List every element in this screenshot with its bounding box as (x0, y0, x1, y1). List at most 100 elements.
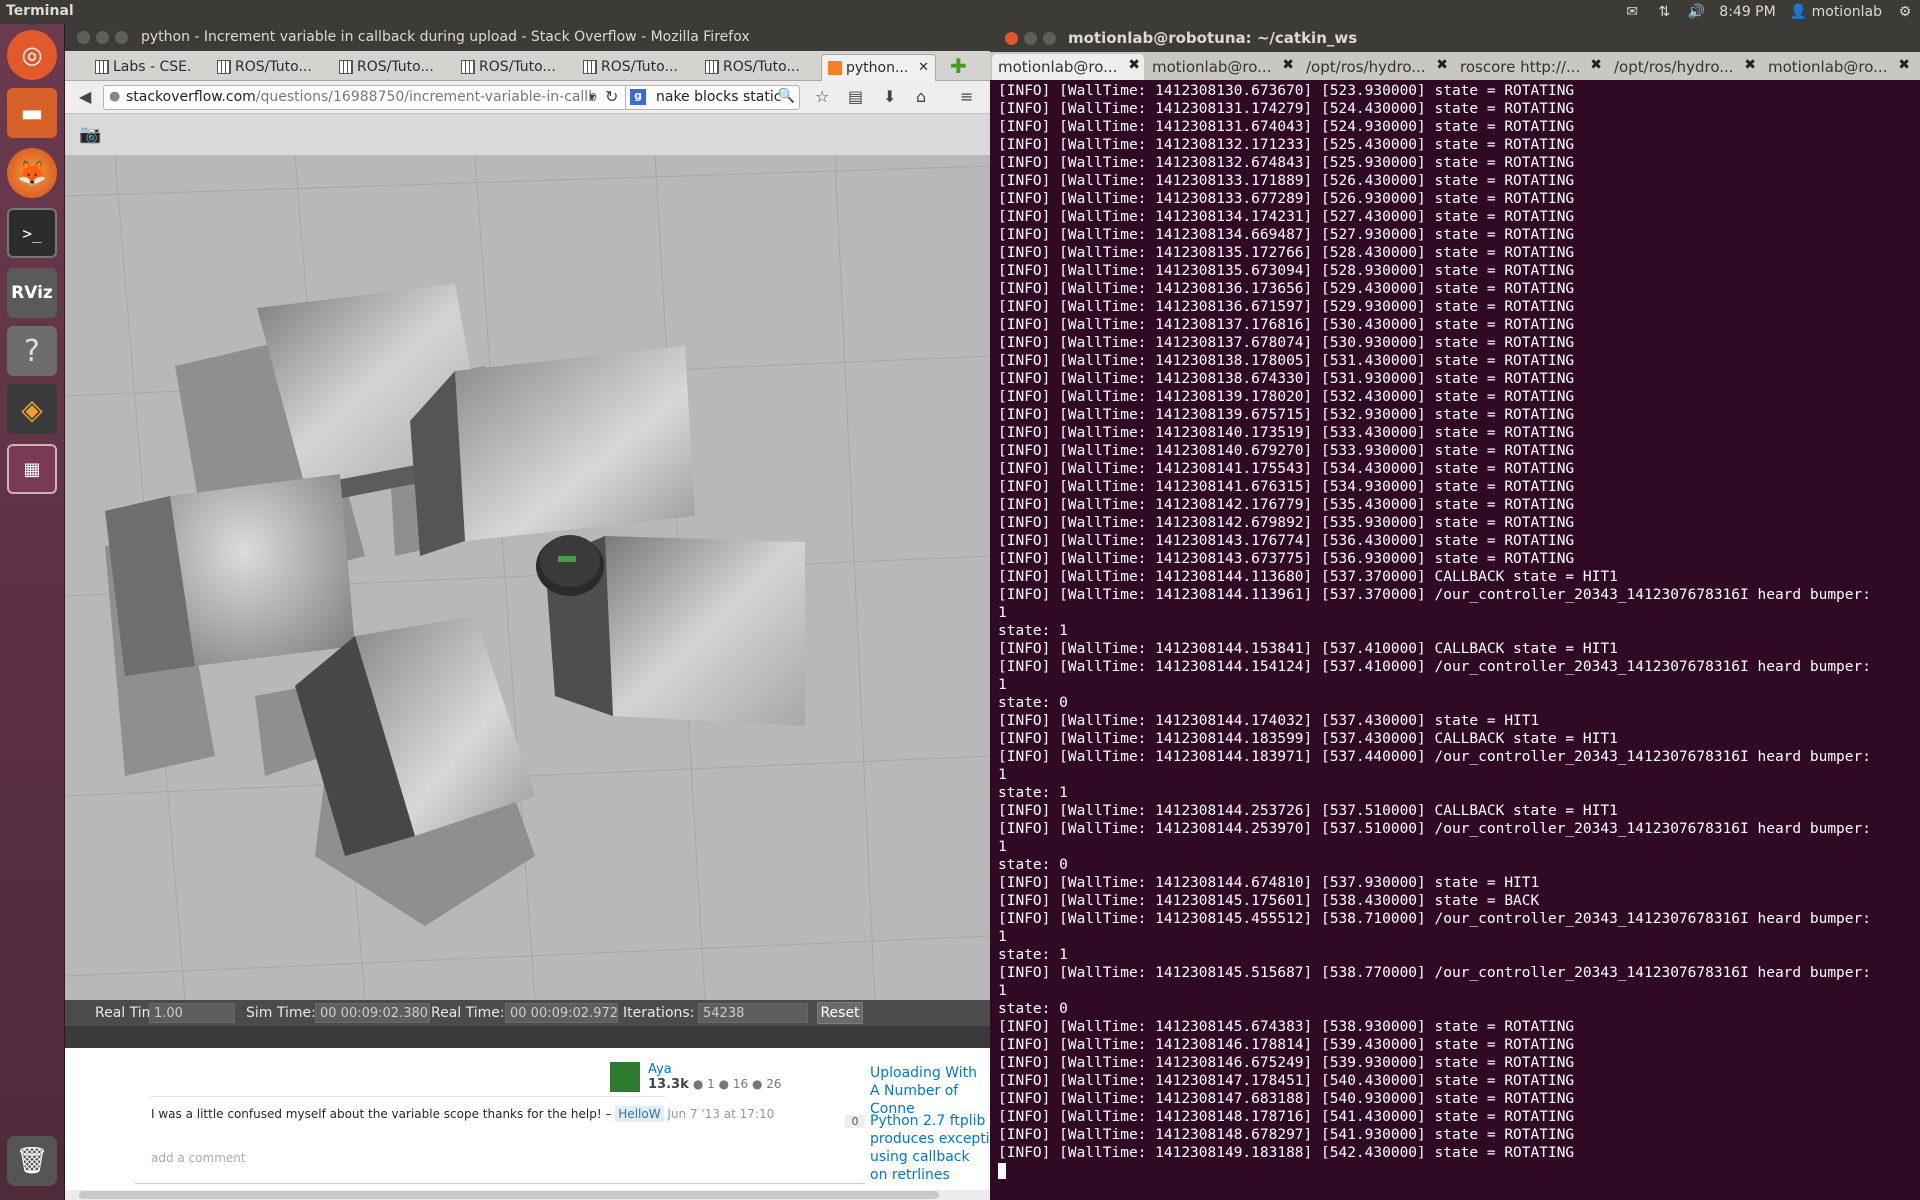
related-link[interactable]: Uploading With A Number of Conne (870, 1064, 990, 1118)
browser-tab[interactable]: ROS/Tuto... (333, 54, 435, 81)
mail-icon[interactable]: ✉ (1623, 4, 1641, 20)
tab-label: ROS/Tuto... (235, 59, 312, 75)
terminal-tab[interactable]: motionlab@ro... ✖ (1762, 54, 1914, 80)
terminal-tab[interactable]: /opt/ros/hydro... ✖ (1300, 54, 1452, 80)
trash-icon[interactable]: 🗑 (7, 1136, 57, 1186)
terminal-tab-bar: motionlab@ro... ✖ motionlab@ro... ✖ /opt/r… (990, 52, 1920, 80)
terminal-line: state: 0 (998, 857, 1068, 873)
bookmark-star-icon[interactable]: ☆ (815, 87, 829, 106)
terminal-line: [INFO] [WallTime: 1412308144.253726] [53… (998, 803, 1618, 819)
real-time-label: Real Time: (431, 1005, 505, 1021)
terminal-line: 1 (998, 929, 1007, 945)
browser-tab-active[interactable]: python... ✕ (821, 54, 936, 81)
gazebo-3d-viewport[interactable] (65, 156, 990, 1000)
close-tab-icon[interactable]: ✖ (1744, 57, 1756, 73)
terminal-line: [INFO] [WallTime: 1412308143.673775] [53… (998, 551, 1575, 567)
stackoverflow-icon (828, 61, 842, 75)
terminal-tab-active[interactable]: motionlab@ro... ✖ (992, 54, 1144, 80)
comment-date[interactable]: Jun 7 '13 at 17:10 (667, 1107, 774, 1121)
new-tab-icon[interactable]: ✚ (950, 54, 967, 78)
rviz-icon[interactable]: RViz (7, 268, 57, 318)
launcher: ◎ ▬ 🦊 >_ RViz ? ◈ ▦ 🗑 (0, 24, 65, 1200)
camera-icon[interactable]: 📷 (79, 124, 101, 145)
related-link[interactable]: Python 2.7 ftplib produces excepti using… (870, 1112, 990, 1184)
user-menu[interactable]: 👤 motionlab (1790, 4, 1882, 20)
firefox-nav-bar: ◀ ● stackoverflow.com/questions/16988750… (65, 81, 990, 114)
close-icon[interactable] (77, 31, 90, 44)
browser-tab[interactable]: ROS/Tuto... (211, 54, 313, 81)
horizontal-scrollbar[interactable] (65, 1190, 990, 1200)
back-arrow-icon[interactable]: ◀ (79, 87, 91, 106)
firefox-titlebar: python - Increment variable in callback … (65, 24, 990, 51)
network-icon[interactable]: ⇅ (1655, 4, 1673, 20)
block-model[interactable] (105, 474, 355, 676)
avatar[interactable] (610, 1062, 640, 1092)
menu-icon[interactable]: ≡ (960, 87, 973, 106)
terminal-line: 1 (998, 839, 1007, 855)
terminal-window-title: motionlab@robotuna: ~/catkin_ws (1068, 29, 1358, 47)
maximize-icon[interactable] (1043, 32, 1056, 45)
terminal-line: 1 (998, 983, 1007, 999)
firefox-icon[interactable]: 🦊 (7, 148, 57, 198)
chevron-down-icon[interactable]: ▾ (589, 90, 595, 104)
terminal-line: [INFO] [WallTime: 1412308136.671597] [52… (998, 299, 1575, 315)
terminal-line: [INFO] [WallTime: 1412308132.674843] [52… (998, 155, 1575, 171)
terminal-tab[interactable]: roscore http://... ✖ (1454, 54, 1606, 80)
terminal-output[interactable]: [INFO] [WallTime: 1412308130.673670] [52… (998, 82, 1908, 1192)
files-icon[interactable]: ▬ (7, 88, 57, 138)
terminal-line: [INFO] [WallTime: 1412308139.675715] [53… (998, 407, 1575, 423)
terminal-tab[interactable]: /opt/ros/hydro... ✖ (1608, 54, 1760, 80)
user-name-link[interactable]: Aya (648, 1062, 672, 1077)
terminal-line: [INFO] [WallTime: 1412308138.674330] [53… (998, 371, 1575, 387)
terminal-line: [INFO] [WallTime: 1412308142.679892] [53… (998, 515, 1575, 531)
url-bar[interactable]: ● stackoverflow.com/questions/16988750/i… (103, 85, 655, 110)
scrollbar-thumb[interactable] (79, 1191, 939, 1199)
terminal-line: [INFO] [WallTime: 1412308132.171233] [52… (998, 137, 1575, 153)
tab-label: motionlab@ro... (1768, 58, 1888, 76)
comment-user-link[interactable]: HelloW (615, 1106, 664, 1122)
minimize-icon[interactable] (96, 31, 109, 44)
browser-tab[interactable]: ROS/Tuto... (455, 54, 557, 81)
add-comment-link[interactable]: add a comment (151, 1151, 246, 1165)
download-icon[interactable]: ⬇ (883, 87, 896, 106)
search-icon[interactable]: 🔍 (778, 88, 795, 104)
close-tab-icon[interactable]: ✖ (1282, 57, 1294, 73)
close-tab-icon[interactable]: ✖ (1128, 57, 1140, 73)
terminal-line: [INFO] [WallTime: 1412308147.683188] [54… (998, 1091, 1575, 1107)
minimize-icon[interactable] (1024, 32, 1037, 45)
ubuntu-dash-icon[interactable]: ◎ (7, 30, 57, 80)
gazebo-status-bar: Real Time Factor: 1.00 Sim Time: 00 00:0… (65, 1000, 990, 1026)
terminal-line: [INFO] [WallTime: 1412308140.173519] [53… (998, 425, 1575, 441)
close-tab-icon[interactable]: ✕ (918, 60, 929, 75)
maximize-icon[interactable] (115, 31, 128, 44)
terminal-line: [INFO] [WallTime: 1412308144.674810] [53… (998, 875, 1540, 891)
browser-tab[interactable]: Labs - CSE... (89, 54, 191, 81)
clock[interactable]: 8:49 PM (1719, 4, 1775, 20)
browser-tab[interactable]: ROS/Tuto... (577, 54, 679, 81)
terminal-tab[interactable]: motionlab@ro... ✖ (1146, 54, 1298, 80)
terminal-line: state: 1 (998, 947, 1068, 963)
page-icon (583, 60, 597, 74)
terminal-line: [INFO] [WallTime: 1412308143.176774] [53… (998, 533, 1575, 549)
search-input[interactable]: g nake blocks static 🔍 (625, 85, 800, 110)
close-icon[interactable] (1005, 32, 1018, 45)
terminal-line: [INFO] [WallTime: 1412308146.178814] [53… (998, 1037, 1575, 1053)
gear-icon[interactable]: ⚙ (1896, 4, 1914, 20)
home-icon[interactable]: ⌂ (916, 87, 926, 106)
volume-icon[interactable]: 🔊 (1687, 4, 1705, 20)
terminal-line: [INFO] [WallTime: 1412308131.674043] [52… (998, 119, 1575, 135)
reset-button[interactable]: Reset (817, 1002, 863, 1024)
sublime-icon[interactable]: ◈ (7, 384, 57, 434)
terminal-icon[interactable]: >_ (7, 208, 57, 258)
close-tab-icon[interactable]: ✖ (1590, 57, 1602, 73)
firefox-tab-bar: Labs - CSE... ROS/Tuto... ROS/Tuto... RO… (65, 51, 990, 81)
workspace-icon[interactable]: ▦ (7, 444, 57, 494)
browser-tab[interactable]: ROS/Tuto... (699, 54, 801, 81)
tab-label: ROS/Tuto... (601, 59, 678, 75)
close-tab-icon[interactable]: ✖ (1898, 57, 1910, 73)
close-tab-icon[interactable]: ✖ (1436, 57, 1448, 73)
bookmarks-list-icon[interactable]: ▤ (848, 87, 863, 106)
terminal-line: [INFO] [WallTime: 1412308144.113961] [53… (998, 587, 1871, 603)
reload-icon[interactable]: ↻ (605, 87, 618, 106)
help-icon[interactable]: ? (7, 326, 57, 376)
